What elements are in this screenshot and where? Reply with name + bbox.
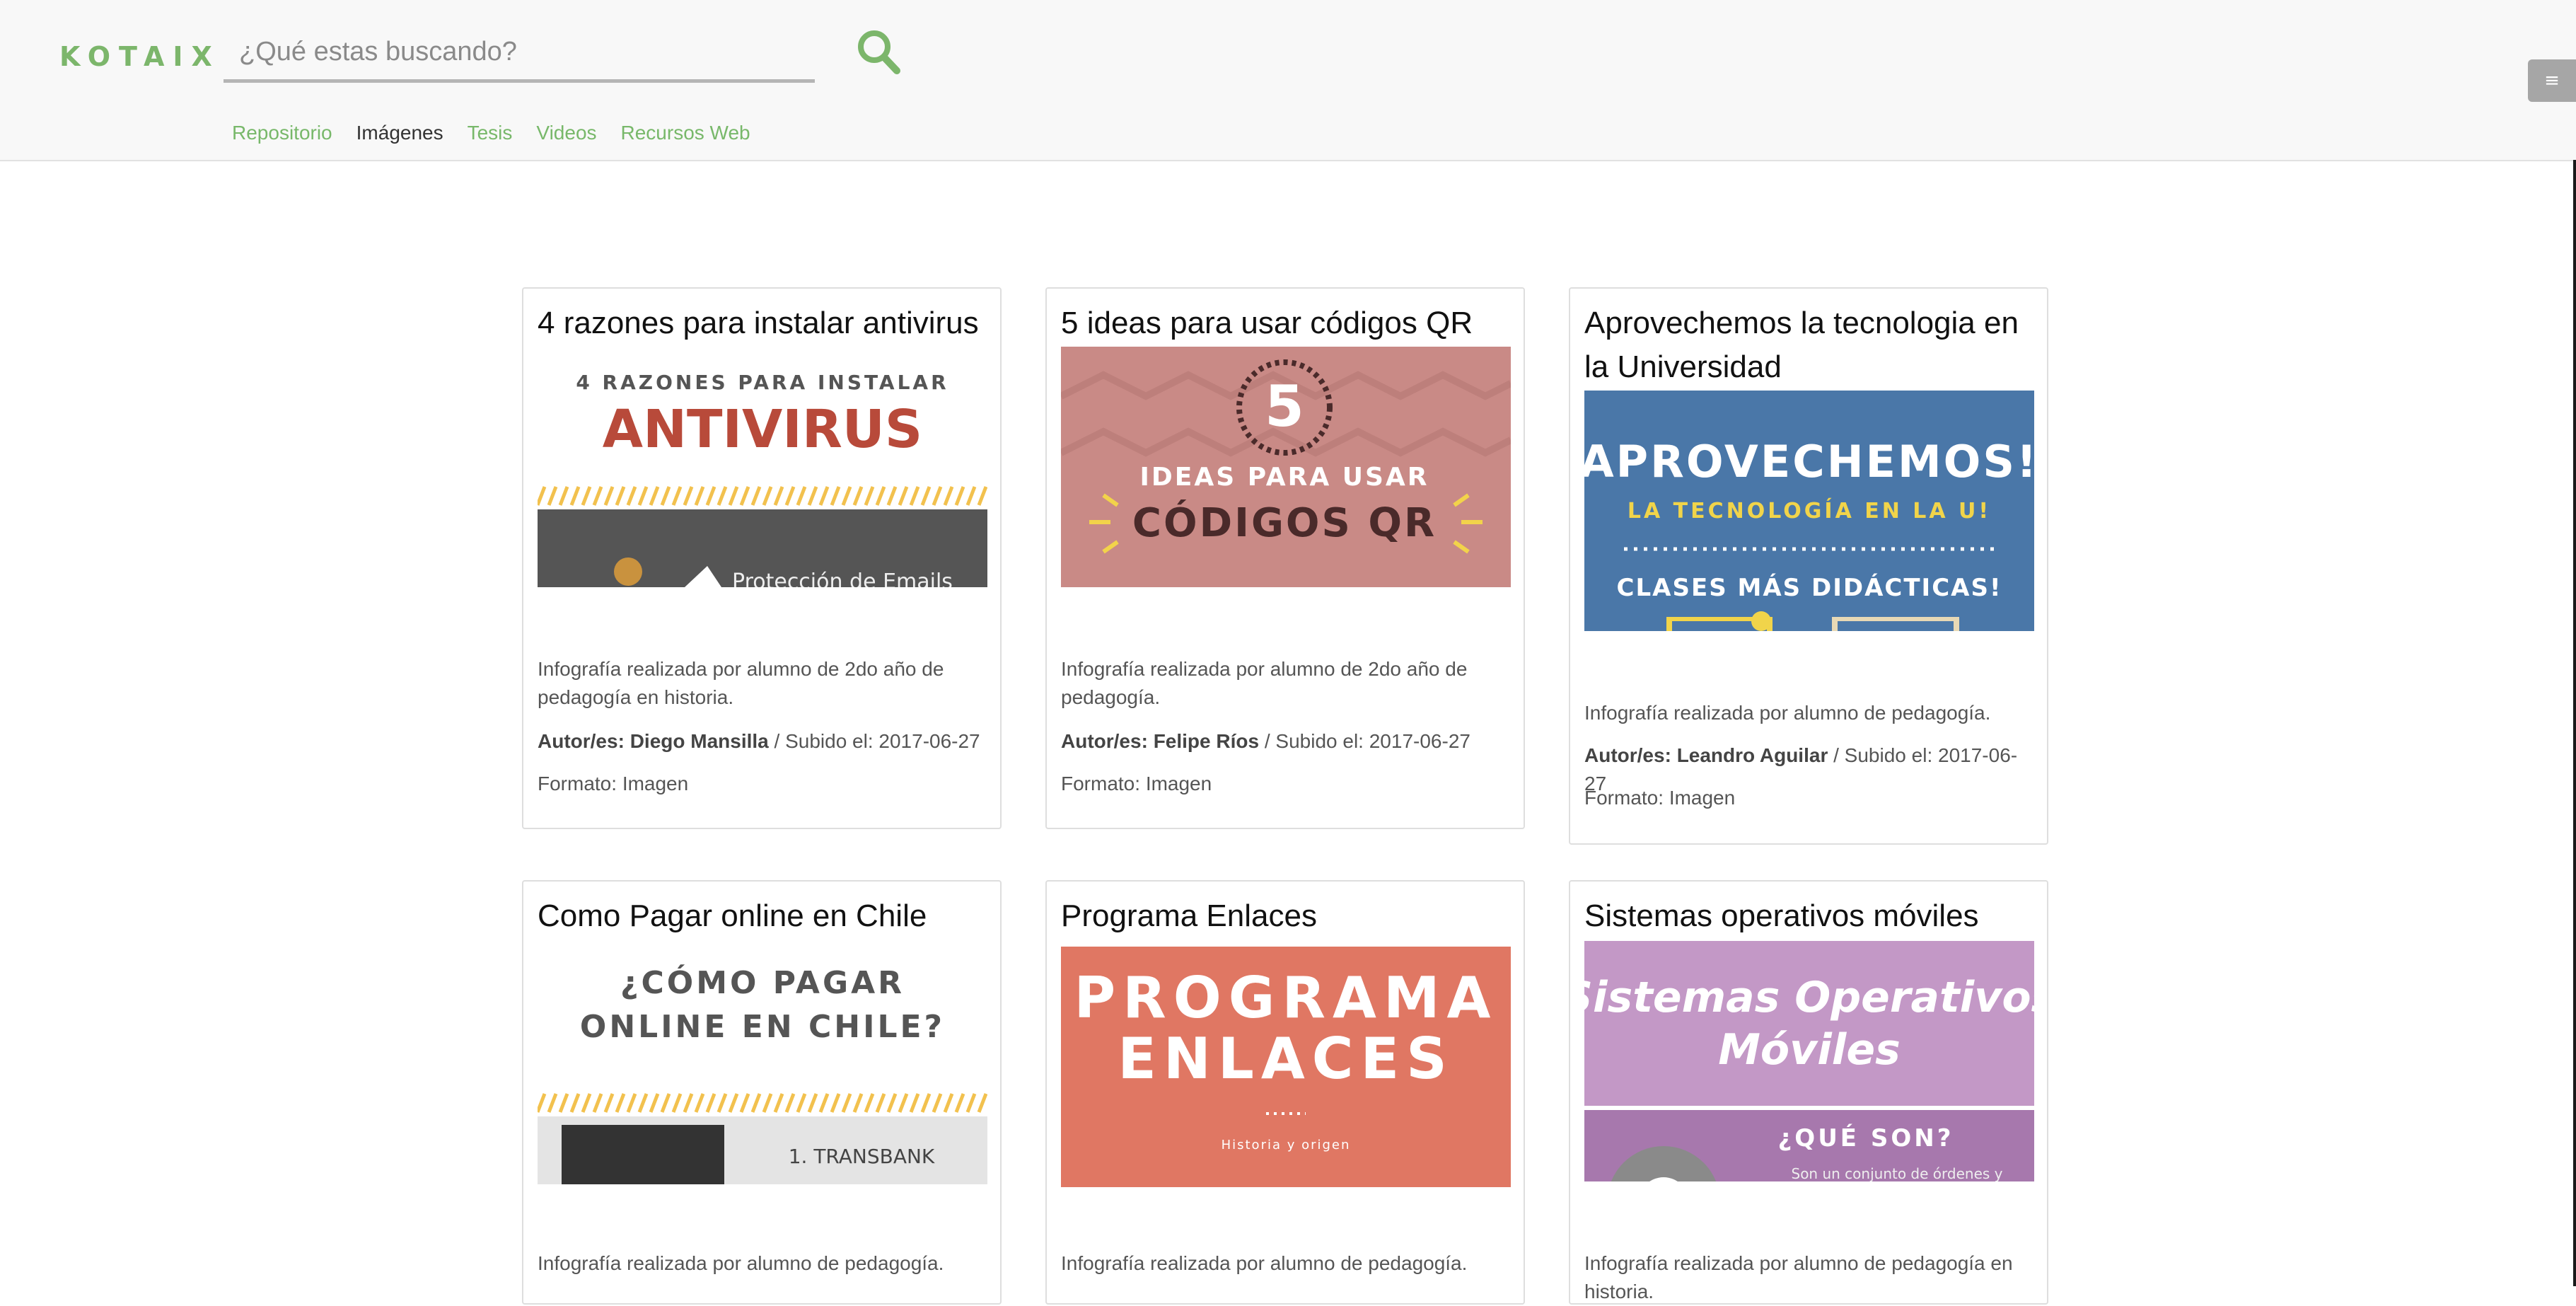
card-image[interactable]: ¿CÓMO PAGAR ONLINE EN CHILE? 1. TRANSBAN… [538, 944, 987, 1184]
card-title[interactable]: 5 ideas para usar códigos QR [1061, 301, 1514, 345]
image-caption: 1. TRANSBANK [789, 1145, 935, 1168]
card-title[interactable]: Como Pagar online en Chile [538, 894, 990, 938]
search-button[interactable] [854, 25, 903, 79]
author-name: Diego Mansilla [630, 730, 769, 752]
search-input[interactable] [238, 30, 806, 74]
main-nav: Repositorio Imágenes Tesis Videos Recurs… [232, 122, 750, 150]
image-caption: ¿QUÉ SON? [1778, 1123, 1954, 1152]
image-caption: 4 RAZONES PARA INSTALAR [576, 371, 948, 394]
resource-card[interactable]: Programa Enlaces PROGRAMA ENLACES Histor… [1045, 880, 1525, 1305]
image-caption: ONLINE EN CHILE? [580, 1009, 945, 1045]
format-value: Imagen [622, 773, 689, 794]
card-image[interactable]: APROVECHEMOS! LA TECNOLOGÍA EN LA U! CLA… [1584, 391, 2034, 631]
nav-videos[interactable]: Videos [536, 122, 596, 150]
card-image[interactable]: 4 RAZONES PARA INSTALAR ANTIVIRUS Protec… [538, 347, 987, 587]
format-label: Formato: [1061, 773, 1141, 794]
image-caption: ¿CÓMO PAGAR [620, 964, 905, 1001]
image-caption: Móviles [1718, 1025, 1901, 1075]
search-icon [858, 30, 900, 74]
format-value: Imagen [1145, 773, 1212, 794]
image-caption: ENLACES [1118, 1026, 1454, 1092]
card-description: Infografía realizada por alumno de pedag… [1061, 1252, 1468, 1274]
image-caption: CLASES MÁS DIDÁCTICAS! [1617, 573, 2002, 602]
card-description: Infografía realizada por alumno de pedag… [1584, 702, 1991, 724]
uploaded-label: / Subido el: [1833, 744, 1933, 766]
format-label: Formato: [538, 773, 617, 794]
image-caption: LA TECNOLOGÍA EN LA U! [1628, 498, 1991, 524]
card-title[interactable]: Programa Enlaces [1061, 894, 1514, 938]
resource-card[interactable]: Como Pagar online en Chile ¿CÓMO PAGAR O… [522, 880, 1002, 1305]
format-label: Formato: [1584, 787, 1664, 809]
resource-card[interactable]: 5 ideas para usar códigos QR 5 IDEAS PAR… [1045, 287, 1525, 829]
image-caption: CÓDIGOS QR [1132, 500, 1437, 546]
hamburger-icon: ≡ [2544, 70, 2560, 91]
card-image[interactable]: Sistemas Operativos Móviles ¿QUÉ SON? So… [1584, 941, 2034, 1181]
nav-recursos-web[interactable]: Recursos Web [621, 122, 750, 150]
site-logo[interactable]: KOTAIX [59, 41, 221, 72]
card-description: Infografía realizada por alumno de pedag… [1584, 1252, 2013, 1302]
card-title[interactable]: 4 razones para instalar antivirus [538, 301, 990, 345]
image-caption: APROVECHEMOS! [1584, 436, 2034, 487]
card-meta: Autor/es: Diego Mansilla / Subido el: 20… [538, 727, 990, 756]
author-name: Leandro Aguilar [1676, 744, 1828, 766]
resource-card[interactable]: 4 razones para instalar antivirus 4 RAZO… [522, 287, 1002, 829]
image-caption: ANTIVIRUS [603, 399, 922, 460]
search-bar [224, 25, 815, 83]
card-image[interactable]: PROGRAMA ENLACES Historia y origen [1061, 947, 1511, 1187]
image-caption: Son un conjunto de órdenes y [1792, 1165, 2003, 1181]
uploaded-label: / Subido el: [774, 730, 874, 752]
upload-date: 2017-06-27 [878, 730, 980, 752]
card-title[interactable]: Aprovechemos la tecnologia en la Univers… [1584, 301, 2037, 389]
upload-date: 2017-06-27 [1369, 730, 1470, 752]
top-header: KOTAIX ≡ Repositorio Imágenes Tesis Vide… [0, 0, 2576, 161]
card-description: Infografía realizada por alumno de pedag… [538, 1252, 944, 1274]
card-format: Formato: Imagen [1584, 784, 2037, 812]
resource-card[interactable]: Aprovechemos la tecnologia en la Univers… [1569, 287, 2048, 845]
image-caption: IDEAS PARA USAR [1140, 463, 1429, 492]
card-meta: Autor/es: Felipe Ríos / Subido el: 2017-… [1061, 727, 1514, 756]
author-label: Autor/es: [538, 730, 625, 752]
uploaded-label: / Subido el: [1264, 730, 1364, 752]
card-format: Formato: Imagen [1061, 770, 1514, 798]
nav-tesis[interactable]: Tesis [468, 122, 513, 150]
image-caption: Protección de Emails [732, 570, 953, 587]
card-title[interactable]: Sistemas operativos móviles [1584, 894, 2037, 938]
menu-toggle-button[interactable]: ≡ [2528, 59, 2576, 102]
image-caption: Historia y origen [1222, 1138, 1351, 1152]
resource-card[interactable]: Sistemas operativos móviles Sistemas Ope… [1569, 880, 2048, 1305]
card-description: Infografía realizada por alumno de 2do a… [538, 658, 944, 708]
card-description: Infografía realizada por alumno de 2do a… [1061, 658, 1468, 708]
author-name: Felipe Ríos [1153, 730, 1260, 752]
image-caption: PROGRAMA [1074, 965, 1498, 1031]
format-value: Imagen [1669, 787, 1736, 809]
nav-repositorio[interactable]: Repositorio [232, 122, 332, 150]
author-label: Autor/es: [1061, 730, 1148, 752]
author-label: Autor/es: [1584, 744, 1671, 766]
card-format: Formato: Imagen [538, 770, 990, 798]
card-image[interactable]: 5 IDEAS PARA USAR CÓDIGOS QR [1061, 347, 1511, 587]
nav-imagenes[interactable]: Imágenes [356, 122, 443, 150]
scrollbar[interactable] [2573, 160, 2576, 1286]
image-caption: 5 [1265, 374, 1304, 439]
image-caption: Sistemas Operativos [1584, 973, 2034, 1022]
